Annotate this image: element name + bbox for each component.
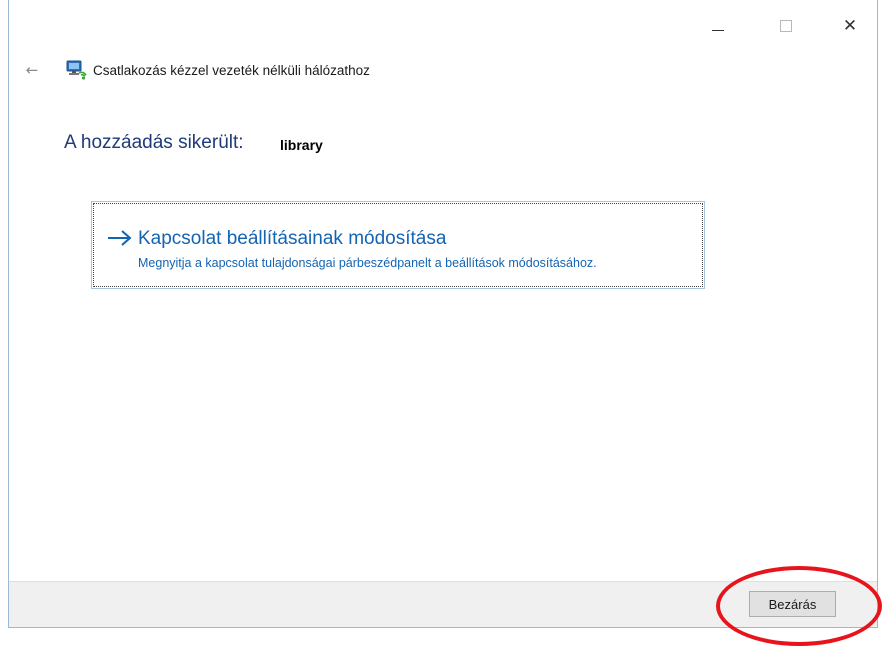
close-window-button[interactable]: ✕: [827, 8, 873, 44]
maximize-button[interactable]: [763, 8, 809, 44]
footer-bar: Bezárás: [9, 581, 877, 627]
window-title: Csatlakozás kézzel vezeték nélküli hálóz…: [93, 63, 370, 78]
close-icon: ✕: [842, 15, 858, 36]
network-name: library: [280, 137, 323, 153]
wizard-window: ✕ ← Csatlakozás kézzel vezeték nélküli h…: [8, 0, 878, 628]
network-icon: [66, 60, 87, 80]
arrow-right-icon: [108, 230, 132, 246]
back-button[interactable]: ←: [21, 60, 43, 80]
command-link-title: Kapcsolat beállításainak módosítása: [138, 228, 447, 249]
command-link-description: Megnyitja a kapcsolat tulajdonságai párb…: [138, 256, 597, 270]
back-arrow-icon: ←: [25, 61, 39, 79]
minimize-icon: [712, 29, 724, 31]
maximize-icon: [780, 20, 792, 32]
change-connection-settings-link[interactable]: Kapcsolat beállításainak módosítása Megn…: [91, 201, 705, 289]
close-button[interactable]: Bezárás: [749, 591, 836, 617]
success-label: A hozzáadás sikerült:: [64, 132, 244, 153]
minimize-button[interactable]: [695, 8, 741, 44]
